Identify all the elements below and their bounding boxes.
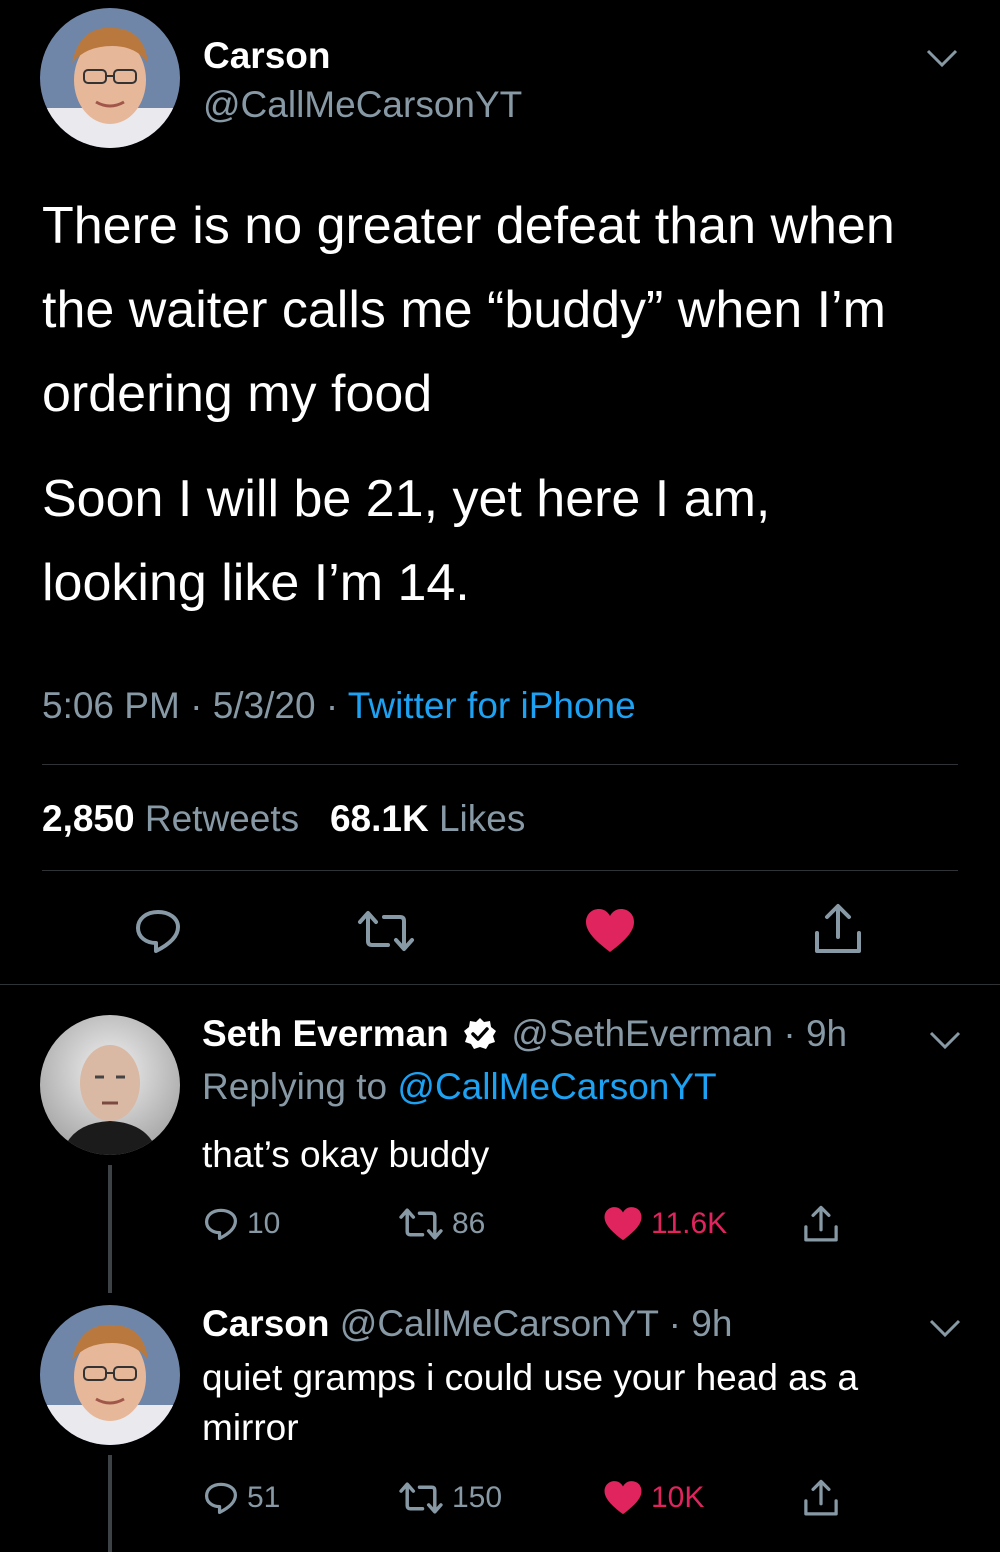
reply-author-name[interactable]: Carson bbox=[202, 1303, 329, 1344]
retweet-count-button[interactable]: 150 bbox=[398, 1480, 502, 1516]
reply-author-handle[interactable]: @SethEverman bbox=[511, 1013, 773, 1054]
author-handle[interactable]: @CallMeCarsonYT bbox=[203, 84, 522, 126]
tweet-text-line: ordering my food bbox=[42, 365, 433, 423]
divider bbox=[42, 870, 958, 871]
reply-header: Seth Everman @SethEverman · 9h bbox=[202, 1013, 847, 1055]
reply-text: that’s okay buddy bbox=[202, 1134, 490, 1175]
tweet-text: There is no greater defeat than when the… bbox=[42, 184, 972, 436]
reply-icon bbox=[204, 1208, 238, 1241]
tweet-text-paragraph-2: Soon I will be 21, yet here I am, lookin… bbox=[42, 457, 972, 625]
retweet-count-button[interactable]: 86 bbox=[398, 1206, 485, 1242]
reply-text-line: mirror bbox=[202, 1407, 299, 1448]
reply-text: quiet gramps i could use your head as a … bbox=[202, 1353, 942, 1453]
divider bbox=[42, 764, 958, 765]
tweet-stats: 2,850 Retweets 68.1K Likes bbox=[42, 798, 525, 840]
replying-to-handle[interactable]: @CallMeCarsonYT bbox=[397, 1066, 716, 1107]
likes-stat[interactable]: 68.1K Likes bbox=[330, 798, 525, 839]
reply-avatar[interactable] bbox=[40, 1015, 180, 1155]
like-count-button[interactable]: 11.6K bbox=[603, 1206, 727, 1242]
separator-dot: · bbox=[325, 685, 339, 726]
tweet-text-line: the waiter calls me “buddy” when I’m bbox=[42, 281, 886, 339]
thread-line bbox=[108, 1165, 112, 1293]
reply-count-button[interactable]: 51 bbox=[203, 1480, 280, 1516]
chevron-down-icon[interactable] bbox=[928, 1318, 962, 1338]
retweet-icon bbox=[399, 1208, 443, 1240]
retweet-count: 86 bbox=[452, 1207, 486, 1240]
like-count: 10K bbox=[651, 1481, 705, 1514]
reply-avatar[interactable] bbox=[40, 1305, 180, 1445]
reply-icon bbox=[204, 1482, 238, 1515]
replying-to: Replying to @CallMeCarsonYT bbox=[202, 1066, 717, 1108]
heart-icon[interactable] bbox=[584, 908, 636, 954]
likes-label: Likes bbox=[438, 798, 526, 839]
reply-count: 51 bbox=[247, 1481, 281, 1514]
tweet-text-line: Soon I will be 21, yet here I am, bbox=[42, 470, 771, 528]
share-icon[interactable] bbox=[803, 1478, 839, 1518]
thread-line bbox=[108, 1455, 112, 1552]
tweet-date: 5/3/20 bbox=[212, 685, 316, 726]
verified-badge-icon bbox=[464, 1018, 497, 1049]
retweet-count: 150 bbox=[452, 1481, 503, 1514]
tweet-source-link[interactable]: Twitter for iPhone bbox=[348, 685, 636, 726]
share-icon[interactable] bbox=[813, 903, 863, 955]
author-name[interactable]: Carson bbox=[203, 35, 330, 77]
reply-age: 9h bbox=[805, 1013, 848, 1054]
heart-icon bbox=[604, 1207, 642, 1241]
separator-dot: · bbox=[783, 1013, 796, 1054]
share-icon[interactable] bbox=[803, 1204, 839, 1244]
retweets-stat[interactable]: 2,850 Retweets bbox=[42, 798, 299, 839]
heart-icon bbox=[604, 1481, 642, 1515]
reply-age: 9h bbox=[691, 1303, 733, 1344]
reply-icon[interactable] bbox=[133, 906, 183, 956]
chevron-down-icon[interactable] bbox=[928, 1030, 962, 1050]
tweet-text-line: There is no greater defeat than when bbox=[42, 197, 895, 255]
reply-author-name[interactable]: Seth Everman bbox=[202, 1013, 449, 1054]
retweet-icon bbox=[399, 1482, 443, 1514]
reply-count-button[interactable]: 10 bbox=[203, 1206, 280, 1242]
tweet-text-line: looking like I’m 14. bbox=[42, 554, 470, 612]
like-count-button[interactable]: 10K bbox=[603, 1480, 704, 1516]
divider bbox=[0, 984, 1000, 985]
reply-author-handle[interactable]: @CallMeCarsonYT bbox=[340, 1303, 659, 1344]
tweet-time: 5:06 PM bbox=[42, 685, 180, 726]
tweet-meta: 5:06 PM · 5/3/20 · Twitter for iPhone bbox=[42, 685, 636, 727]
retweet-icon[interactable] bbox=[356, 908, 416, 954]
retweets-label: Retweets bbox=[144, 798, 300, 839]
separator-dot: · bbox=[190, 685, 203, 726]
likes-count: 68.1K bbox=[329, 798, 429, 839]
reply-header: Carson @CallMeCarsonYT · 9h bbox=[202, 1303, 732, 1345]
reply-text-line: quiet gramps i could use your head as a bbox=[202, 1357, 859, 1398]
reply-count: 10 bbox=[247, 1207, 281, 1240]
separator-dot: · bbox=[668, 1303, 681, 1344]
author-avatar[interactable] bbox=[40, 8, 180, 148]
like-count: 11.6K bbox=[651, 1207, 728, 1240]
replying-to-label: Replying to bbox=[202, 1066, 388, 1107]
chevron-down-icon[interactable] bbox=[925, 48, 959, 68]
retweets-count: 2,850 bbox=[42, 798, 135, 839]
